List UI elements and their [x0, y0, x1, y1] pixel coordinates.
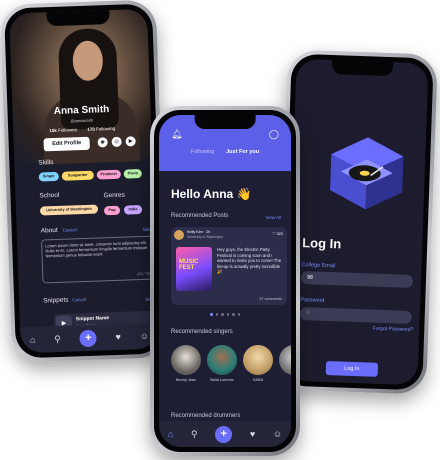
greeting: Hello Anna 👋	[171, 187, 252, 201]
singer-card[interactable]: SARA	[243, 345, 273, 382]
home-phone: 🔔︎ ◯ Following Just For you Hello Anna 👋…	[150, 106, 300, 456]
post-user: Kelly Kim · 2h	[187, 230, 211, 234]
post-poster-image: MUSIC FEST	[176, 247, 212, 291]
genre-chip-indie[interactable]: Indie	[123, 204, 143, 215]
recommended-singers-label: Recommended singers	[171, 329, 233, 335]
eye-slash-icon[interactable]: ◌	[306, 309, 310, 316]
bell-icon[interactable]: 🔔︎	[171, 129, 182, 140]
login-title: Log In	[301, 235, 342, 252]
carousel-dot[interactable]	[221, 313, 224, 316]
singer-name: SARA	[252, 378, 264, 382]
skill-chip-producer[interactable]: Producer	[96, 169, 121, 180]
carousel-dot[interactable]	[210, 313, 213, 316]
login-phone: Log In College Email ✉ Password ◌ Forgot…	[276, 49, 438, 395]
notch	[46, 9, 111, 27]
singer-name: Benny Jean	[175, 378, 197, 382]
email-label: College Email	[301, 262, 336, 270]
search-icon[interactable]: ⚲	[191, 429, 198, 440]
poster-text: MUSIC FEST	[179, 259, 199, 271]
singer-card[interactable]: Bella Lorence	[207, 345, 237, 382]
heart-icon[interactable]: ♥	[250, 429, 255, 439]
recommended-posts-label: Recommended Posts	[171, 213, 229, 219]
edit-profile-button[interactable]: Edit Profile	[43, 136, 90, 152]
bottom-nav: ⌂ ⚲ + ♥ ☺	[159, 421, 291, 447]
snippets-cancel-link[interactable]: Cancel	[72, 297, 86, 302]
avatar	[243, 345, 273, 375]
tab-following[interactable]: Following	[191, 149, 214, 155]
home-icon[interactable]: ⌂	[30, 335, 36, 345]
post-comments[interactable]: 37 comments	[259, 297, 282, 301]
about-textarea[interactable]: Lorem ipsum dolor sit amet, consecte tur…	[41, 235, 157, 284]
add-icon[interactable]: +	[79, 329, 97, 347]
about-text: Lorem ipsum dolor sit amet, consecte tur…	[45, 239, 148, 259]
post-likes[interactable]: ♡ 322	[272, 231, 283, 236]
snippets-label: Snippets	[43, 296, 69, 305]
carousel-dot[interactable]	[226, 313, 229, 316]
feed-tabs: Following Just For you	[159, 149, 291, 155]
profile-icon[interactable]: ☺	[140, 331, 150, 341]
chat-icon[interactable]: ◯	[269, 129, 279, 140]
profile-icon[interactable]: ☺	[273, 429, 282, 439]
mail-icon: ✉	[306, 274, 314, 282]
email-field[interactable]: ✉	[300, 271, 414, 288]
singer-card[interactable]: Gi	[279, 345, 291, 382]
heart-icon[interactable]: ♥	[115, 332, 121, 342]
carousel-dot[interactable]	[237, 313, 240, 316]
avatar	[207, 345, 237, 375]
profile-phone: Anna Smith @annasmith 10k Followers 170 …	[0, 0, 169, 363]
about-label: About	[40, 226, 58, 235]
view-all-link[interactable]: View All	[265, 215, 281, 220]
avatar[interactable]	[174, 230, 184, 240]
skills-label: Skills	[38, 159, 54, 167]
singer-name: Gi	[279, 378, 291, 382]
avatar	[171, 345, 201, 375]
carousel-dot[interactable]	[232, 313, 235, 316]
recommended-drummers-label: Recommended drummers	[171, 413, 241, 419]
phone-bezel: 🔔︎ ◯ Following Just For you Hello Anna 👋…	[154, 110, 296, 452]
password-field[interactable]: ◌	[299, 307, 412, 324]
post-school: University of Washington	[187, 235, 224, 239]
password-label: Password	[300, 297, 325, 304]
post-text: Hey guys, the Electric Party Festival is…	[217, 247, 282, 275]
tab-for-you[interactable]: Just For you	[226, 149, 259, 155]
school-chip[interactable]: University of Washington	[39, 204, 99, 216]
notch	[194, 115, 256, 129]
snippet-title: Snippet Name	[75, 315, 110, 323]
add-icon[interactable]: +	[215, 425, 233, 443]
genre-chip-pop[interactable]: Pop	[103, 205, 121, 216]
skill-chip-songwriter[interactable]: Songwriter	[61, 170, 94, 181]
avatar	[279, 345, 291, 375]
about-cancel-link[interactable]: Cancel	[63, 227, 77, 232]
carousel-dot[interactable]	[215, 313, 218, 316]
profile-screen: Anna Smith @annasmith 10k Followers 170 …	[9, 8, 159, 354]
school-label: School	[39, 191, 60, 200]
forgot-password-link[interactable]: Forgot Password?	[373, 326, 414, 333]
turntable-illustration	[330, 137, 404, 210]
home-screen: 🔔︎ ◯ Following Just For you Hello Anna 👋…	[159, 115, 291, 447]
home-icon[interactable]: ⌂	[168, 429, 173, 439]
genres-label: Genres	[103, 191, 125, 200]
login-screen: Log In College Email ✉ Password ◌ Forgot…	[285, 58, 429, 386]
skill-chip-singer[interactable]: Singer	[38, 171, 59, 182]
login-button[interactable]: Log In	[325, 361, 379, 377]
notch	[331, 60, 393, 77]
phone-bezel: Log In College Email ✉ Password ◌ Forgot…	[280, 53, 434, 391]
carousel-dots	[159, 313, 291, 316]
following-stat[interactable]: 170 Following	[87, 126, 115, 132]
phone-bezel: Anna Smith @annasmith 10k Followers 170 …	[3, 3, 165, 359]
bottom-nav: ⌂ ⚲ + ♥ ☺	[20, 322, 159, 354]
singer-card[interactable]: Benny Jean	[171, 345, 201, 382]
singer-name: Bella Lorence	[210, 378, 234, 382]
search-icon[interactable]: ⚲	[54, 333, 61, 344]
followers-stat[interactable]: 10k Followers	[49, 127, 77, 133]
skill-chip-piano[interactable]: Piano	[123, 168, 142, 179]
post-card[interactable]: Kelly Kim · 2h University of Washington …	[171, 227, 287, 305]
